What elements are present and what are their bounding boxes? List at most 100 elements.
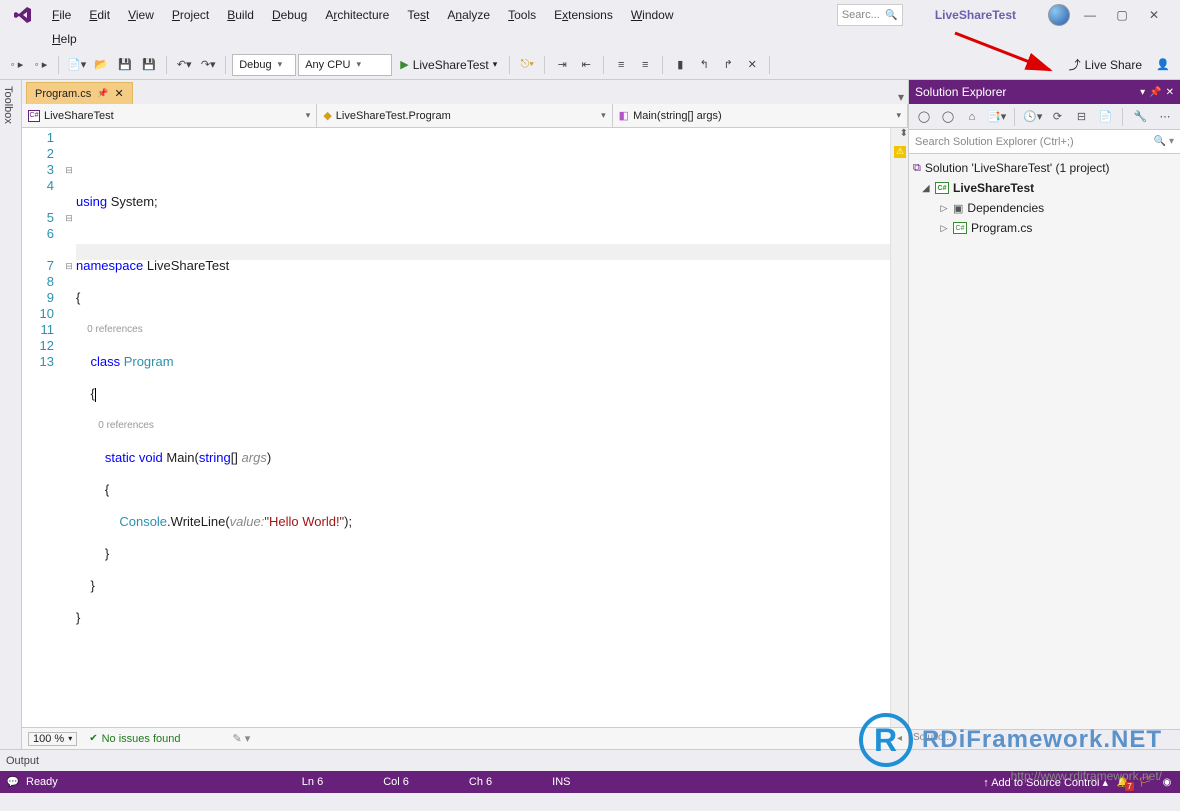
bookmark-button[interactable]: ▮ [669, 54, 691, 76]
menu-items: File Edit View Project Build Debug Archi… [44, 6, 682, 24]
nav-class-dropdown[interactable]: ◆ LiveShareTest.Program [317, 104, 612, 127]
menu-analyze[interactable]: Analyze [439, 6, 498, 24]
solution-explorer-title[interactable]: Solution Explorer ▾ 📌 ✕ [909, 80, 1180, 104]
solution-explorer-panel: Solution Explorer ▾ 📌 ✕ ◯ ◯ ⌂ 📑▾ 🕓▾ ⟳ ⊟ … [908, 80, 1180, 749]
platform-dropdown[interactable]: Any CPU [298, 54, 392, 76]
hscroll-left[interactable]: ◂ [897, 733, 902, 744]
status-ready: Ready [26, 776, 58, 788]
vs-logo-icon [12, 4, 34, 26]
menu-architecture[interactable]: Architecture [317, 6, 397, 24]
status-ins: INS [552, 776, 570, 788]
solution-label: Solution 'LiveShareTest' (1 project) [925, 161, 1110, 175]
menu-tools[interactable]: Tools [500, 6, 544, 24]
csharp-icon: C# [28, 110, 40, 122]
next-bookmark-button[interactable]: ↱ [717, 54, 739, 76]
save-all-button[interactable]: 💾 [138, 54, 160, 76]
redo-button[interactable]: ↷▾ [197, 54, 219, 76]
code-content[interactable]: using System; namespace LiveShareTest { … [76, 128, 890, 727]
open-button[interactable]: 📂 [90, 54, 112, 76]
nav-project-dropdown[interactable]: C# LiveShareTest [22, 104, 317, 127]
se-scope-button[interactable]: 📑▾ [985, 106, 1008, 128]
menu-view[interactable]: View [120, 6, 162, 24]
add-source-control-button[interactable]: ↑ Add to Source Control ▴ [983, 776, 1108, 789]
nav-fwd-button[interactable]: ◦ ▸ [30, 54, 52, 76]
user-avatar[interactable] [1048, 4, 1070, 26]
project-label: LiveShareTest [953, 181, 1034, 195]
warning-marker[interactable]: ⚠ [894, 146, 906, 158]
se-collapse-button[interactable]: ⊟ [1070, 106, 1092, 128]
tree-row-dependencies[interactable]: ▷ ▣ Dependencies [909, 198, 1180, 218]
live-share-button[interactable]: ⤴ Live Share [1061, 56, 1150, 73]
solution-tree[interactable]: ⧉ Solution 'LiveShareTest' (1 project) ◢… [909, 154, 1180, 729]
panel-dropdown-icon[interactable]: ▾ [1140, 87, 1145, 98]
close-button[interactable]: ✕ [1142, 5, 1166, 25]
resize-grip-icon: ◉ [1160, 775, 1174, 789]
menu-extensions[interactable]: Extensions [546, 6, 621, 24]
nav-project-label: LiveShareTest [44, 110, 114, 122]
menu-edit[interactable]: Edit [81, 6, 118, 24]
se-fwd-button[interactable]: ◯ [937, 106, 959, 128]
tab-overflow-button[interactable]: ▾ [894, 90, 908, 104]
code-editor[interactable]: 12345678910111213 ⊟⊟⊟ using System; name… [22, 128, 908, 727]
panel-pin-icon[interactable]: 📌 [1149, 87, 1161, 98]
se-showall-button[interactable]: 📄 [1094, 106, 1116, 128]
panel-close-icon[interactable]: ✕ [1166, 87, 1174, 98]
nav-method-dropdown[interactable]: ◧ Main(string[] args) [613, 104, 908, 127]
tree-row-project[interactable]: ◢ C# LiveShareTest [909, 178, 1180, 198]
indent-button[interactable]: ≡ [634, 54, 656, 76]
menu-build[interactable]: Build [219, 6, 262, 24]
se-back-button[interactable]: ◯ [913, 106, 935, 128]
menu-window[interactable]: Window [623, 6, 682, 24]
se-home-button[interactable]: ⌂ [961, 106, 983, 128]
split-icon[interactable]: ⬍ [900, 128, 908, 139]
attach-button[interactable]: ⎋▾ [516, 54, 538, 76]
se-pending-button[interactable]: 🕓▾ [1021, 106, 1044, 128]
feedback-smile-icon[interactable]: 🏳 [1138, 775, 1152, 789]
overview-ruler[interactable]: ⬍ ⚠ [890, 128, 908, 727]
se-properties-button[interactable]: 🔧 [1129, 106, 1151, 128]
solution-icon: ⧉ [913, 162, 921, 175]
issues-indicator[interactable]: No issues found [89, 733, 180, 745]
start-debug-button[interactable]: ▶ LiveShareTest ▾ [394, 54, 503, 76]
pin-icon[interactable]: 📌 [97, 88, 108, 99]
step-over-button[interactable]: ⇤ [575, 54, 597, 76]
step-in-button[interactable]: ⇥ [551, 54, 573, 76]
clear-bookmark-button[interactable]: ✕ [741, 54, 763, 76]
configuration-dropdown[interactable]: Debug [232, 54, 296, 76]
document-tab-program[interactable]: Program.cs 📌 ✕ [26, 82, 133, 104]
notifications-icon[interactable]: 🔔 [1116, 775, 1130, 789]
output-panel-tab[interactable]: Output [0, 749, 1180, 771]
tree-row-solution[interactable]: ⧉ Solution 'LiveShareTest' (1 project) [909, 158, 1180, 178]
fold-gutter[interactable]: ⊟⊟⊟ [62, 128, 76, 727]
menubar-row2: Help [0, 30, 1180, 50]
toolbox-panel-tab[interactable]: Toolbox [0, 80, 22, 749]
undo-button[interactable]: ↶▾ [173, 54, 195, 76]
nav-back-button[interactable]: ◦ ▸ [6, 54, 28, 76]
se-sync-button[interactable]: ⟳ [1046, 106, 1068, 128]
minimize-button[interactable]: — [1078, 5, 1102, 25]
status-col: Col 6 [383, 776, 409, 788]
panel-tab-strip[interactable]: Solutio... [909, 729, 1180, 749]
menubar: File Edit View Project Build Debug Archi… [0, 0, 1180, 30]
expand-icon[interactable]: ▷ [939, 223, 949, 234]
menu-test[interactable]: Test [399, 6, 437, 24]
maximize-button[interactable]: ▢ [1110, 5, 1134, 25]
solution-search-input[interactable]: Search Solution Explorer (Ctrl+;) [909, 130, 1180, 154]
outdent-button[interactable]: ≡ [610, 54, 632, 76]
se-overflow-button[interactable]: ⋯ [1154, 106, 1176, 128]
menu-help[interactable]: Help [44, 30, 85, 48]
menu-debug[interactable]: Debug [264, 6, 315, 24]
tree-row-program[interactable]: ▷ C# Program.cs [909, 218, 1180, 238]
feedback-icon[interactable]: 💬 [6, 775, 20, 789]
prev-bookmark-button[interactable]: ↰ [693, 54, 715, 76]
save-button[interactable]: 💾 [114, 54, 136, 76]
new-project-button[interactable]: 📄▾ [65, 54, 88, 76]
zoom-dropdown[interactable]: 100 % [28, 732, 77, 746]
expand-icon[interactable]: ▷ [939, 203, 949, 214]
menu-file[interactable]: File [44, 6, 79, 24]
close-tab-icon[interactable]: ✕ [114, 87, 123, 100]
menu-project[interactable]: Project [164, 6, 217, 24]
live-share-options-button[interactable]: 👤 [1152, 54, 1174, 76]
expand-icon[interactable]: ◢ [921, 183, 931, 194]
quick-launch-search[interactable]: Searc... [837, 4, 903, 26]
